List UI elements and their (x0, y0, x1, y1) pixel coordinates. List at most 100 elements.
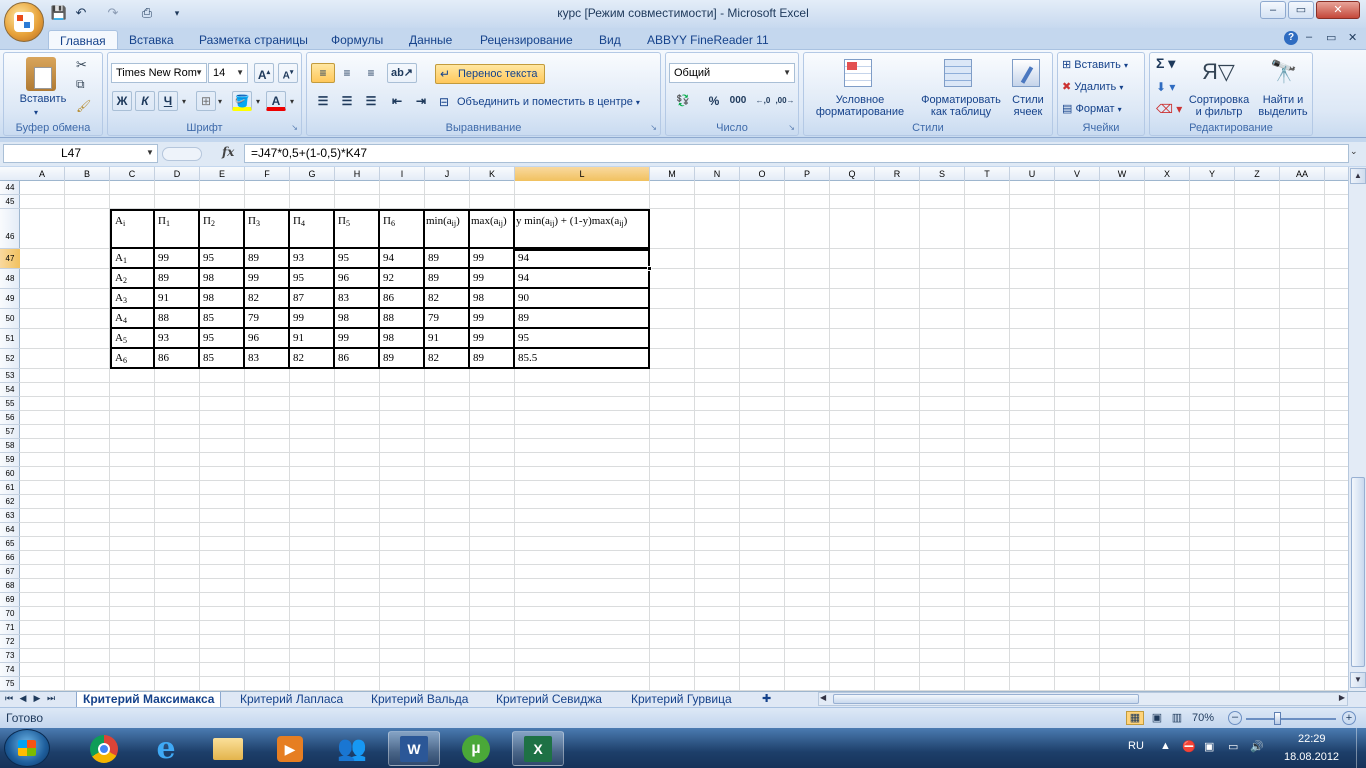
table-row-label[interactable]: A6 (110, 349, 155, 369)
chrome-icon[interactable] (78, 731, 130, 766)
column-header[interactable]: M (650, 167, 695, 181)
table-cell[interactable]: 96 (335, 269, 380, 289)
table-cell[interactable]: 99 (470, 269, 515, 289)
row-header[interactable]: 44 (0, 181, 20, 195)
tab-home[interactable]: Главная (48, 30, 118, 50)
expand-formula-icon[interactable]: ⌄ (1350, 146, 1358, 157)
table-cell[interactable]: 99 (155, 249, 200, 269)
sheet-tab-maximax[interactable]: Критерий Максимакса (76, 692, 222, 708)
table-cell[interactable]: 89 (425, 269, 470, 289)
tray-monitor-icon[interactable]: ▭ (1228, 740, 1238, 753)
prev-sheet-icon[interactable]: ◀ (18, 693, 28, 704)
grow-font-icon[interactable]: A▴ (254, 63, 274, 83)
table-cell[interactable]: 99 (470, 329, 515, 349)
clear-icon[interactable]: ⌫ ▾ (1156, 103, 1182, 115)
table-cell[interactable]: 83 (245, 349, 290, 369)
increase-decimal-icon[interactable]: ←,0 (752, 91, 774, 111)
volume-icon[interactable]: 🔊 (1250, 740, 1264, 753)
row-header[interactable]: 46 (0, 209, 20, 249)
autosum-icon[interactable]: Σ ▾ (1156, 56, 1175, 70)
column-header[interactable]: V (1055, 167, 1100, 181)
table-cell[interactable]: 98 (380, 329, 425, 349)
header-cell[interactable]: П6 (380, 209, 425, 249)
row-header[interactable]: 60 (0, 467, 20, 481)
table-cell[interactable]: 89 (470, 349, 515, 369)
copy-icon[interactable]: ⧉ (76, 77, 85, 92)
column-header[interactable]: W (1100, 167, 1145, 181)
column-header[interactable]: H (335, 167, 380, 181)
table-row-label[interactable]: A1 (110, 249, 155, 269)
table-cell[interactable]: 89 (425, 249, 470, 269)
zoom-slider[interactable] (1246, 718, 1336, 720)
row-header[interactable]: 56 (0, 411, 20, 425)
page-layout-view-icon[interactable]: ▣ (1148, 711, 1166, 724)
table-row-label[interactable]: A4 (110, 309, 155, 329)
fill-color-icon[interactable]: 🪣 (232, 91, 252, 111)
sheet-tab-wald[interactable]: Критерий Вальда (365, 692, 474, 708)
row-header[interactable]: 59 (0, 453, 20, 467)
page-break-view-icon[interactable]: ▥ (1168, 711, 1186, 724)
table-cell[interactable]: 83 (335, 289, 380, 309)
row-header[interactable]: 74 (0, 663, 20, 677)
shrink-font-icon[interactable]: A▾ (278, 63, 298, 83)
column-header[interactable]: T (965, 167, 1010, 181)
dialog-launcher-icon[interactable]: ↘ (650, 123, 657, 132)
row-header[interactable]: 50 (0, 309, 20, 329)
table-cell[interactable]: 98 (200, 289, 245, 309)
row-header[interactable]: 45 (0, 195, 20, 209)
header-cell[interactable]: П1 (155, 209, 200, 249)
excel-icon[interactable]: X (512, 731, 564, 766)
column-header[interactable]: A (20, 167, 65, 181)
table-cell[interactable]: 82 (425, 349, 470, 369)
row-header[interactable]: 48 (0, 269, 20, 289)
table-cell[interactable]: 86 (335, 349, 380, 369)
tab-review[interactable]: Рецензирование (469, 30, 584, 50)
tab-insert[interactable]: Вставка (118, 30, 185, 50)
currency-icon[interactable]: 💱 (670, 91, 696, 111)
format-painter-icon[interactable]: 🖌 (76, 99, 91, 113)
tab-page-layout[interactable]: Разметка страницы (188, 30, 319, 50)
language-indicator[interactable]: RU (1128, 740, 1144, 752)
column-header[interactable]: Z (1235, 167, 1280, 181)
row-header[interactable]: 64 (0, 523, 20, 537)
column-header[interactable]: B (65, 167, 110, 181)
namebox-dropdown-icon[interactable]: ▼ (146, 148, 154, 157)
column-header[interactable]: Y (1190, 167, 1235, 181)
column-header[interactable]: X (1145, 167, 1190, 181)
column-header[interactable]: K (470, 167, 515, 181)
column-header[interactable]: P (785, 167, 830, 181)
table-cell[interactable]: 79 (245, 309, 290, 329)
sort-filter-button[interactable]: Сортировка и фильтр (1186, 94, 1252, 118)
sheet-tab-laplace[interactable]: Критерий Лапласа (234, 692, 349, 708)
formula-input[interactable]: =J47*0,5+(1-0,5)*K47 (244, 144, 1349, 163)
insert-function-icon[interactable]: fx (222, 145, 234, 159)
header-cell[interactable]: min(aij) (425, 209, 470, 249)
column-header[interactable]: R (875, 167, 920, 181)
row-header[interactable]: 66 (0, 551, 20, 565)
column-header[interactable]: J (425, 167, 470, 181)
number-format-combo[interactable]: Общий ▼ (669, 63, 795, 83)
sheet-tab-hurwicz[interactable]: Критерий Гурвица (625, 692, 738, 708)
table-cell[interactable]: 99 (290, 309, 335, 329)
table-cell[interactable]: 99 (335, 329, 380, 349)
table-cell[interactable]: 92 (380, 269, 425, 289)
delete-cells-button[interactable]: ✖ Удалить ▾ (1062, 81, 1123, 94)
row-header[interactable]: 52 (0, 349, 20, 369)
table-cell[interactable]: 95 (335, 249, 380, 269)
table-cell[interactable]: 85.5 (515, 349, 650, 369)
media-player-icon[interactable]: ▶ (264, 731, 316, 766)
table-cell[interactable]: 95 (515, 329, 650, 349)
formula-resize-handle[interactable] (162, 147, 202, 161)
font-color-icon[interactable]: A (266, 91, 286, 111)
fill-handle[interactable] (647, 266, 652, 271)
table-cell[interactable]: 85 (200, 349, 245, 369)
thousands-button[interactable]: 000 (726, 91, 750, 111)
row-header[interactable]: 67 (0, 565, 20, 579)
paste-button[interactable]: Вставить (10, 93, 76, 105)
column-header[interactable]: F (245, 167, 290, 181)
column-header[interactable]: O (740, 167, 785, 181)
align-center-icon[interactable]: ☰ (335, 91, 359, 111)
fill-dropdown-icon[interactable]: ▾ (256, 97, 260, 106)
borders-icon[interactable]: ⊞ (196, 91, 216, 111)
underline-dropdown-icon[interactable]: ▾ (182, 97, 186, 106)
